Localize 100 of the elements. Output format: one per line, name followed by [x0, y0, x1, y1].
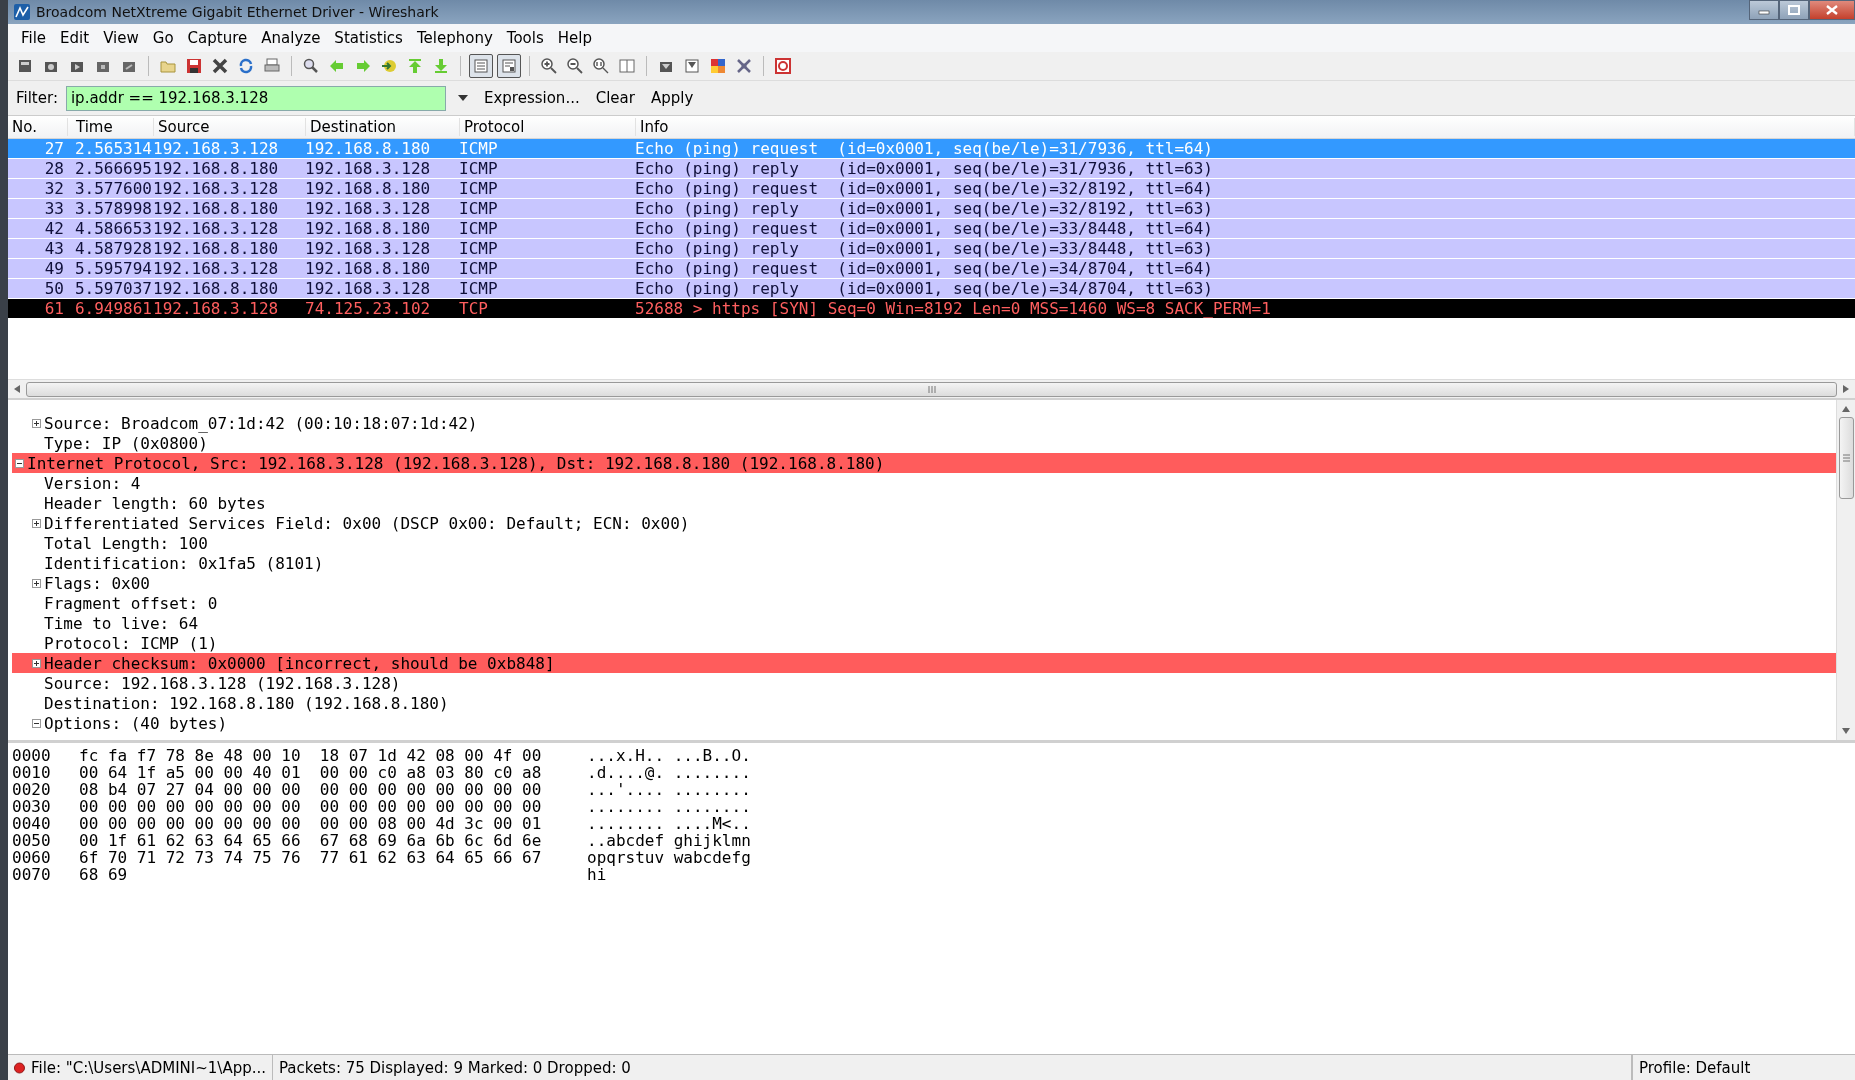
table-cell-text: 4.587928	[73, 239, 152, 258]
menu-item[interactable]: Help	[550, 29, 599, 47]
tree-row[interactable]: Protocol: ICMP (1)	[12, 633, 1836, 653]
expand-icon[interactable]	[32, 578, 41, 588]
ascii-text: hi	[587, 865, 607, 884]
table-cell-text: ICMP	[459, 239, 499, 258]
table-cell-text: TCP	[459, 299, 489, 318]
hex-offset: 0060	[12, 848, 52, 867]
tree-row[interactable]: Header length: 60 bytes	[12, 493, 1836, 513]
table-cell-text: 2.565314	[73, 139, 152, 158]
tree-row[interactable]: Type: IP (0x0800)	[12, 433, 1836, 453]
resize-columns-icon	[618, 57, 636, 75]
tree-row[interactable]: Total Length: 100	[12, 533, 1836, 553]
filter-button[interactable]: Clear	[591, 89, 639, 107]
close-icon	[1826, 5, 1838, 15]
filter-button[interactable]: Apply	[646, 89, 698, 107]
column-header[interactable]: Time	[68, 118, 154, 136]
tree-row[interactable]: Options: (40 bytes)	[12, 713, 1836, 733]
vertical-scrollbar[interactable]	[1836, 400, 1855, 740]
table-cell-text: 192.168.3.128	[152, 299, 280, 318]
scrollbar-thumb[interactable]	[1838, 417, 1854, 499]
table-cell-text: Echo (ping) reply (id=0x0001, seq(be/le)=32/8192, ttl=63)	[635, 199, 1214, 218]
coloring-rules-icon	[709, 57, 727, 75]
table-cell-text: ICMP	[459, 199, 499, 218]
tree-row[interactable]: Flags: 0x00	[12, 573, 1836, 593]
collapse-icon[interactable]	[32, 718, 41, 728]
table-cell-text: Echo (ping) reply (id=0x0001, seq(be/le)=31/7936, ttl=63)	[635, 159, 1214, 178]
details-pane-icon	[500, 57, 518, 75]
packet-row[interactable]: 50 5.597037 192.168.8.180 192.168.3.128 ICMP Echo (ping) reply (id=0x0001, seq(be/le)=34/8704, ttl=63)	[8, 279, 1855, 299]
menu-item[interactable]: Statistics	[327, 29, 410, 47]
pane-toggle-button[interactable]	[497, 54, 521, 78]
column-header[interactable]: No.	[8, 118, 68, 136]
table-cell-text: 3.578998	[73, 199, 152, 218]
hex-bytes: 00 00 00 00 00 00 00 00 00 00 00 00 00 00 00 00	[79, 797, 543, 816]
hex-offset: 0070	[12, 865, 52, 884]
table-cell-text: ICMP	[459, 139, 499, 158]
collapse-icon[interactable]	[15, 458, 24, 468]
column-header[interactable]: Source	[154, 118, 306, 136]
menu-item[interactable]: Go	[145, 29, 181, 47]
packet-row[interactable]: 49 5.595794 192.168.3.128 192.168.8.180 ICMP Echo (ping) request (id=0x0001, seq(be/le)=34/8704, ttl=64)	[8, 259, 1855, 279]
filter-field[interactable]: ip.addr == 192.168.3.128	[65, 85, 446, 111]
tree-row[interactable]: Differentiated Services Field: 0x00 (DSCP 0x00: Default; ECN: 0x00)	[12, 513, 1836, 533]
tree-row[interactable]: Header checksum: 0x0000 [incorrect, should be 0xb848]	[12, 653, 1836, 673]
tree-row[interactable]: Internet Protocol, Src: 192.168.3.128 (192.168.3.128), Dst: 192.168.8.180 (192.168.8.180)	[12, 453, 1836, 473]
packet-row[interactable]: 28 2.566695 192.168.8.180 192.168.3.128 ICMP Echo (ping) reply (id=0x0001, seq(be/le)=31/7936, ttl=63)	[8, 159, 1855, 179]
table-cell-text: 192.168.3.128	[305, 159, 432, 178]
list-pane-icon	[472, 57, 490, 75]
hex-bytes: 6f 70 71 72 73 74 75 76 77 61 62 63 64 65 66 67	[79, 848, 543, 867]
table-cell-text: 192.168.3.128	[152, 259, 280, 278]
menu-item[interactable]: View	[96, 29, 146, 47]
scroll-up-icon[interactable]	[1842, 406, 1850, 412]
scroll-right-icon[interactable]	[1843, 385, 1849, 393]
table-cell-text: 192.168.3.128	[305, 239, 432, 258]
maximize-icon	[1788, 5, 1800, 15]
pane-toggle-button[interactable]	[469, 54, 493, 78]
tree-row[interactable]: Identification: 0x1fa5 (8101)	[12, 553, 1836, 573]
menu-item[interactable]: File	[14, 29, 54, 47]
packet-row[interactable]: 61 6.949861 192.168.3.128 74.125.23.102 TCP 52688 > https [SYN] Seq=0 Win=8192 Len=0 MSS=1460 WS=8 SACK_PERM=1	[8, 299, 1855, 319]
tree-row[interactable]: Destination: 192.168.8.180 (192.168.8.180)	[12, 693, 1836, 713]
ascii-text: ..abcdef ghijklmn	[587, 831, 751, 850]
table-cell-text: Echo (ping) request (id=0x0001, seq(be/le)=31/7936, ttl=64)	[635, 139, 1214, 158]
tree-row[interactable]: Time to live: 64	[12, 613, 1836, 633]
expand-icon[interactable]	[32, 518, 41, 528]
ascii-text: ...'.... ........	[587, 780, 751, 799]
scrollbar-thumb[interactable]	[26, 381, 1837, 397]
first-packet-icon	[406, 57, 424, 75]
hex-offset: 0020	[12, 780, 52, 799]
menu-item[interactable]: Analyze	[254, 29, 328, 47]
packet-row[interactable]: 33 3.578998 192.168.8.180 192.168.3.128 ICMP Echo (ping) reply (id=0x0001, seq(be/le)=32/8192, ttl=63)	[8, 199, 1855, 219]
horizontal-scrollbar[interactable]	[8, 379, 1855, 398]
maximize-button[interactable]	[1779, 0, 1809, 20]
table-cell-text: 192.168.8.180	[305, 219, 432, 238]
menu-item[interactable]: Capture	[180, 29, 255, 47]
menu-item[interactable]: Edit	[53, 29, 97, 47]
packet-row[interactable]: 43 4.587928 192.168.8.180 192.168.3.128 ICMP Echo (ping) reply (id=0x0001, seq(be/le)=33/8448, ttl=63)	[8, 239, 1855, 259]
menu-item[interactable]: Tools	[499, 29, 551, 47]
scroll-left-icon[interactable]	[14, 385, 20, 393]
filter-button[interactable]: Expression...	[479, 89, 584, 107]
table-cell-text: 6.949861	[73, 299, 152, 318]
close-button[interactable]	[1809, 0, 1855, 20]
expand-icon[interactable]	[32, 418, 41, 428]
packet-row[interactable]: 42 4.586653 192.168.3.128 192.168.8.180 ICMP Echo (ping) request (id=0x0001, seq(be/le)=33/8448, ttl=64)	[8, 219, 1855, 239]
app-icon	[14, 4, 30, 20]
column-header[interactable]: Info	[636, 118, 1855, 136]
expand-icon[interactable]	[32, 658, 41, 668]
table-cell-text: 52688 > https [SYN] Seq=0 Win=8192 Len=0 MSS=1460 WS=8 SACK_PERM=1	[635, 299, 1272, 318]
tree-row[interactable]: Fragment offset: 0	[12, 593, 1836, 613]
column-header[interactable]: Destination	[306, 118, 460, 136]
status-text: File: "C:\Users\ADMINI~1\App...	[30, 1058, 266, 1077]
table-cell-text: 49	[43, 259, 65, 278]
packet-row[interactable]: 32 3.577600 192.168.3.128 192.168.8.180 ICMP Echo (ping) request (id=0x0001, seq(be/le)=32/8192, ttl=64)	[8, 179, 1855, 199]
column-header[interactable]: Protocol	[460, 118, 636, 136]
minimize-button[interactable]	[1749, 0, 1779, 20]
dropdown-arrow-icon[interactable]	[457, 95, 468, 101]
tree-row[interactable]: Source: 192.168.3.128 (192.168.3.128)	[12, 673, 1836, 693]
go-to-packet-icon	[380, 57, 398, 75]
tree-row[interactable]: Version: 4	[12, 473, 1836, 493]
tree-row[interactable]: Source: Broadcom_07:1d:42 (00:10:18:07:1d:42)	[12, 413, 1836, 433]
menu-item[interactable]: Telephony	[409, 29, 500, 47]
scroll-down-icon[interactable]	[1842, 728, 1850, 734]
